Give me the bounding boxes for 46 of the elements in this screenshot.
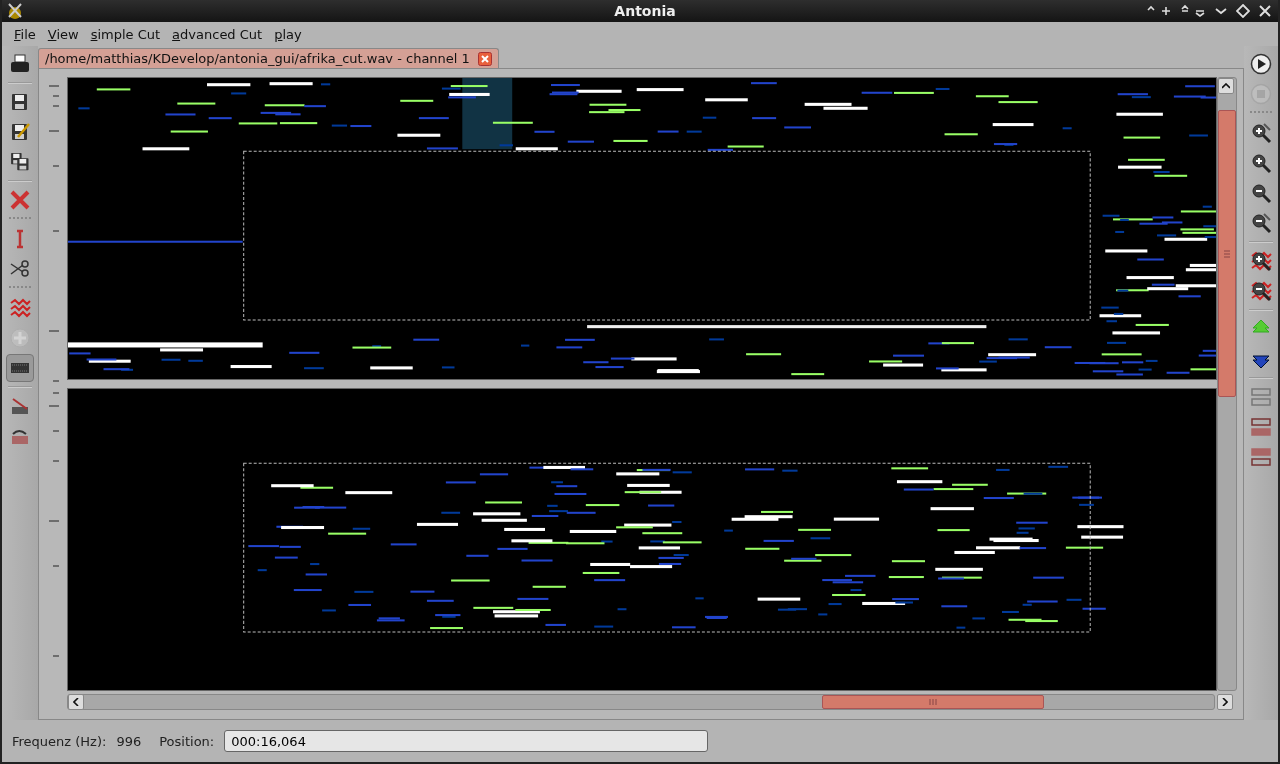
strip-cut-icon bbox=[9, 395, 31, 417]
zoom-fit-icon bbox=[1250, 122, 1272, 144]
floppy-stack-icon bbox=[9, 151, 31, 173]
position-label: Position: bbox=[159, 733, 215, 749]
zoom-in-icon bbox=[1250, 152, 1272, 174]
scrollbar-thumb[interactable] bbox=[822, 695, 1044, 709]
keep-above-icon[interactable] bbox=[1146, 4, 1172, 18]
scrollbar-thumb[interactable] bbox=[1218, 110, 1236, 397]
delete-icon bbox=[9, 189, 31, 211]
stop-icon bbox=[1250, 83, 1272, 105]
menu-item[interactable]: View bbox=[41, 26, 85, 42]
split-view-icon bbox=[1250, 386, 1272, 408]
split-top-icon bbox=[1250, 416, 1272, 438]
floppy-pencil-icon bbox=[9, 121, 31, 143]
wave-zoom-out-icon bbox=[1250, 280, 1272, 302]
scissors-icon bbox=[9, 258, 31, 280]
play-icon bbox=[1250, 53, 1272, 75]
frequency-label: Frequenz (Hz): bbox=[12, 733, 107, 749]
scroll-up-button[interactable] bbox=[1218, 78, 1234, 94]
document-tab[interactable]: /home/matthias/KDevelop/antonia_gui/afrika_cut.wav - channel 1 bbox=[38, 48, 499, 68]
app-logo-icon bbox=[6, 2, 24, 20]
menu-item[interactable]: advanced Cut bbox=[166, 26, 269, 42]
maximize-icon[interactable] bbox=[1236, 4, 1250, 18]
scroll-left-button[interactable] bbox=[68, 694, 84, 710]
menu-item[interactable]: File bbox=[8, 26, 42, 42]
window-title: Antonia bbox=[613, 3, 677, 19]
close-icon[interactable] bbox=[477, 51, 492, 66]
printer-icon bbox=[9, 53, 31, 75]
caret-left-icon bbox=[73, 698, 79, 706]
caret-right-icon bbox=[1222, 698, 1228, 706]
position-field[interactable]: 000:16,064 bbox=[224, 730, 709, 752]
wave-icon bbox=[9, 297, 31, 319]
wave-zoom-in-icon bbox=[1250, 250, 1272, 272]
zoom-fit-out-icon bbox=[1250, 212, 1272, 234]
scroll-right-button[interactable] bbox=[1217, 694, 1233, 710]
menu-item[interactable]: play bbox=[268, 26, 308, 42]
vertical-scrollbar[interactable] bbox=[1217, 77, 1237, 691]
text-cursor-icon bbox=[16, 229, 24, 249]
caret-up-icon bbox=[1222, 83, 1230, 89]
split-bottom-icon bbox=[1250, 446, 1272, 468]
frequency-value: 996 bbox=[116, 733, 142, 749]
add-icon bbox=[9, 327, 31, 349]
shade-icon[interactable] bbox=[1180, 4, 1206, 18]
menu-item[interactable]: simple Cut bbox=[84, 26, 167, 42]
horizontal-scrollbar[interactable] bbox=[67, 694, 1215, 710]
zoom-out-icon bbox=[1250, 182, 1272, 204]
